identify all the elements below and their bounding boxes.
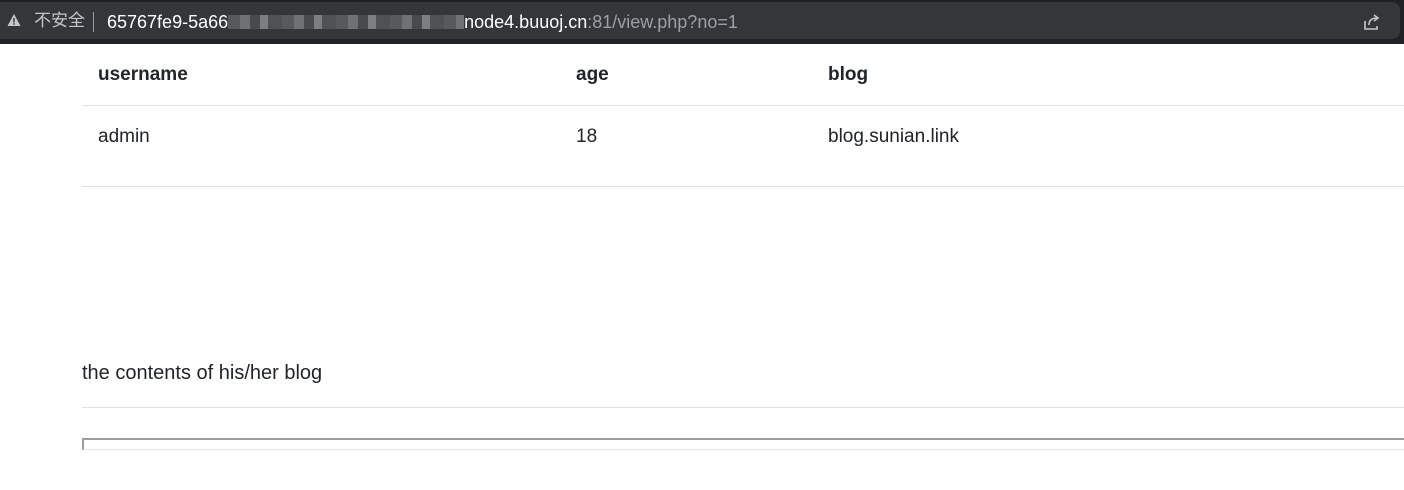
header-age: age <box>560 44 812 106</box>
url-host-start: 65767fe9-5a66 <box>107 12 229 32</box>
user-info-table: username age blog admin 18 blog.sunian.l… <box>82 44 1404 167</box>
blog-contents-heading: the contents of his/her blog <box>82 362 323 384</box>
cell-username: admin <box>98 125 150 147</box>
header-username: username <box>82 44 560 106</box>
table-bottom-divider <box>82 186 1404 187</box>
header-blog: blog <box>812 44 1404 106</box>
url-redacted-block <box>228 15 465 29</box>
address-bar[interactable]: 不安全 65767fe9-5a66 node4.buuoj.cn:81/view.… <box>0 2 1400 39</box>
url-path: :81/view.php?no=1 <box>587 12 738 32</box>
blog-divider <box>82 407 1404 408</box>
omnibox-divider <box>93 12 94 32</box>
url-host-end: node4.buuoj.cn <box>464 12 588 32</box>
page-content: username age blog admin 18 blog.sunian.l… <box>82 44 1404 450</box>
browser-top-bar: 不安全 65767fe9-5a66 node4.buuoj.cn:81/view.… <box>0 0 1404 44</box>
url-text[interactable]: 65767fe9-5a66 node4.buuoj.cn:81/view.php?… <box>107 11 738 33</box>
table-row: admin 18 blog.sunian.link <box>82 106 1404 168</box>
share-icon[interactable] <box>1362 12 1382 32</box>
cell-age: 18 <box>576 125 598 147</box>
blog-iframe[interactable] <box>82 438 1404 450</box>
cell-blog: blog.sunian.link <box>828 125 959 147</box>
warning-triangle-icon[interactable] <box>7 13 21 27</box>
table-header-row: username age blog <box>82 44 1404 106</box>
security-label[interactable]: 不安全 <box>34 11 85 31</box>
